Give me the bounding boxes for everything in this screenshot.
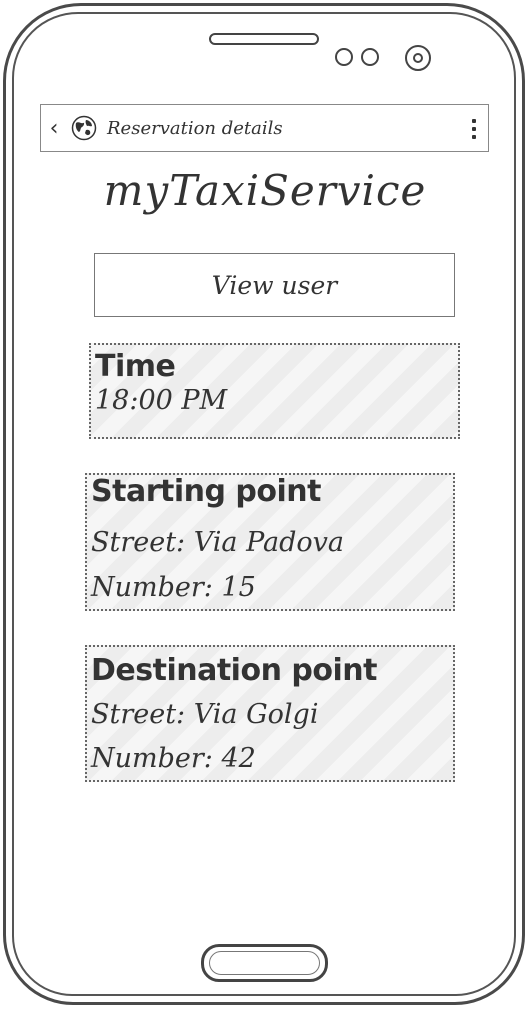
sensor-icon — [361, 48, 379, 66]
title-bar: ‹ Reservation details — [40, 104, 489, 152]
starting-street: Street: Via Padova — [91, 527, 345, 558]
destination-point-panel: Destination point Street: Via Golgi Numb… — [85, 645, 455, 782]
view-user-button[interactable]: View user — [94, 253, 455, 317]
sensor-icon — [335, 48, 353, 66]
home-button[interactable] — [201, 944, 328, 982]
time-value: 18:00 PM — [95, 385, 228, 416]
starting-number: Number: 15 — [91, 572, 256, 603]
time-heading: Time — [95, 349, 176, 384]
destination-number: Number: 42 — [91, 743, 256, 774]
speaker-grille — [209, 33, 319, 45]
chevron-left-icon[interactable]: ‹ — [43, 116, 65, 141]
app-title: myTaxiService — [103, 166, 427, 215]
starting-point-panel: Starting point Street: Via Padova Number… — [85, 473, 455, 611]
page-title: Reservation details — [107, 117, 283, 139]
destination-street: Street: Via Golgi — [91, 699, 319, 730]
time-panel: Time 18:00 PM — [89, 343, 460, 439]
camera-icon — [405, 45, 431, 71]
globe-icon — [71, 115, 97, 141]
destination-point-heading: Destination point — [91, 653, 377, 688]
more-vertical-icon[interactable] — [472, 119, 476, 139]
starting-point-heading: Starting point — [91, 474, 321, 509]
